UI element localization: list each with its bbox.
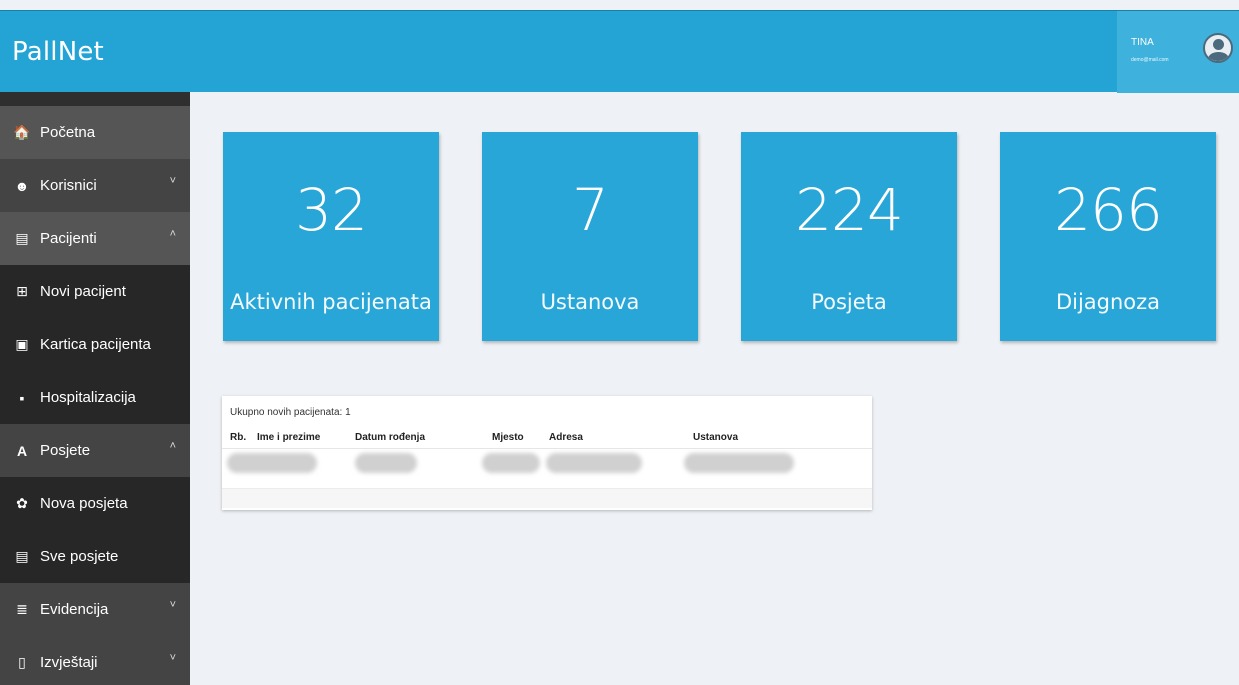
sidebar-item-novi-pacijent[interactable]: ⊞ Novi pacijent <box>0 265 190 318</box>
user-circle-icon: ☻ <box>14 177 30 194</box>
sidebar-item-sve-posjete[interactable]: ▤ Sve posjete <box>0 530 190 583</box>
stat-value: 7 <box>572 176 609 244</box>
sidebar-item-posjete[interactable]: A Posjete ˄ <box>0 424 190 477</box>
column-header: Rb. <box>230 432 247 443</box>
sidebar-item-pocetna[interactable]: 🏠 Početna <box>0 106 190 159</box>
document-icon: ▯ <box>18 654 26 670</box>
sidebar: 🏠 Početna ☻ Korisnici ˅ ▤ Pacijenti ˄ ⊞ … <box>0 92 190 685</box>
stat-label: Dijagnoza <box>1055 290 1161 314</box>
stat-label: Aktivnih pacijenata <box>230 290 432 314</box>
sidebar-item-korisnici[interactable]: ☻ Korisnici ˅ <box>0 159 190 212</box>
sidebar-item-label: Kartica pacijenta <box>40 336 151 353</box>
panel-title: Ukupno novih pacijenata: 1 <box>230 407 351 418</box>
user-name: TINA <box>1131 37 1154 48</box>
sidebar-item-label: Hospitalizacija <box>40 389 136 406</box>
chevron-up-icon: ˄ <box>169 228 176 240</box>
redacted-cell <box>546 453 642 473</box>
column-header: Mjesto <box>492 432 524 443</box>
handshake-icon: ✿ <box>16 495 28 511</box>
sidebar-item-label: Novi pacijent <box>40 283 126 300</box>
top-bar: PallNet TINA demo@mail.com <box>0 10 1239 93</box>
column-header: Adresa <box>549 432 583 443</box>
brand-logo[interactable]: PallNet <box>12 37 104 67</box>
user-menu[interactable]: TINA demo@mail.com <box>1117 11 1239 93</box>
redacted-cell <box>355 453 417 473</box>
home-icon: 🏠 <box>13 124 31 140</box>
sidebar-item-label: Početna <box>40 124 96 141</box>
column-header: Datum rođenja <box>355 432 426 443</box>
sidebar-item-label: Korisnici <box>40 177 97 194</box>
redacted-cell <box>684 453 794 473</box>
stat-card-ustanova[interactable]: 7 Ustanova <box>482 132 698 341</box>
sidebar-item-label: Izvještaji <box>40 654 98 671</box>
chevron-down-icon: ˅ <box>169 599 176 611</box>
sidebar-item-pacijenti[interactable]: ▤ Pacijenti ˄ <box>0 212 190 265</box>
redacted-cell <box>227 453 317 473</box>
stat-value: 32 <box>295 176 368 244</box>
stat-card-dijagnoza[interactable]: 266 Dijagnoza <box>1000 132 1216 341</box>
sidebar-item-kartica-pacijenta[interactable]: ▣ Kartica pacijenta <box>0 318 190 371</box>
user-email: demo@mail.com <box>1131 57 1169 63</box>
sidebar-item-label: Sve posjete <box>40 548 119 565</box>
chevron-up-icon: ˄ <box>169 440 176 452</box>
stat-card-posjeta[interactable]: 224 Posjeta <box>741 132 957 341</box>
sidebar-item-izvjestaji[interactable]: ▯ Izvještaji ˅ <box>0 636 190 685</box>
stat-card-aktivni-pacijenti[interactable]: 32 Aktivnih pacijenata <box>223 132 439 341</box>
new-patients-panel: Ukupno novih pacijenata: 1 Rb. Ime i pre… <box>222 396 872 510</box>
hospital-icon: ▪ <box>19 389 25 406</box>
sidebar-item-hospitalizacija[interactable]: ▪ Hospitalizacija <box>0 371 190 424</box>
sidebar-item-evidencija[interactable]: ≣ Evidencija ˅ <box>0 583 190 636</box>
plus-square-icon: ⊞ <box>16 283 28 299</box>
sidebar-item-label: Pacijenti <box>40 230 97 247</box>
chevron-down-icon: ˅ <box>169 652 176 664</box>
divider <box>222 448 872 449</box>
id-card-icon: ▤ <box>15 230 29 246</box>
sidebar-item-label: Evidencija <box>40 601 109 618</box>
avatar-icon[interactable] <box>1203 33 1233 63</box>
column-header: Ime i prezime <box>257 432 321 443</box>
sidebar-item-nova-posjeta[interactable]: ✿ Nova posjeta <box>0 477 190 530</box>
stat-value: 224 <box>795 176 904 244</box>
letter-a-icon: A <box>16 442 28 459</box>
table-footer <box>222 488 872 508</box>
column-header: Ustanova <box>693 432 739 443</box>
sidebar-item-label: Posjete <box>40 442 91 459</box>
database-icon: ≣ <box>16 601 28 617</box>
stat-label: Ustanova <box>540 290 640 314</box>
stat-label: Posjeta <box>811 290 887 314</box>
card-icon: ▣ <box>15 336 29 352</box>
chevron-down-icon: ˅ <box>169 175 176 187</box>
list-icon: ▤ <box>15 548 29 564</box>
stat-value: 266 <box>1054 176 1163 244</box>
sidebar-item-label: Nova posjeta <box>40 495 128 512</box>
redacted-cell <box>482 453 540 473</box>
